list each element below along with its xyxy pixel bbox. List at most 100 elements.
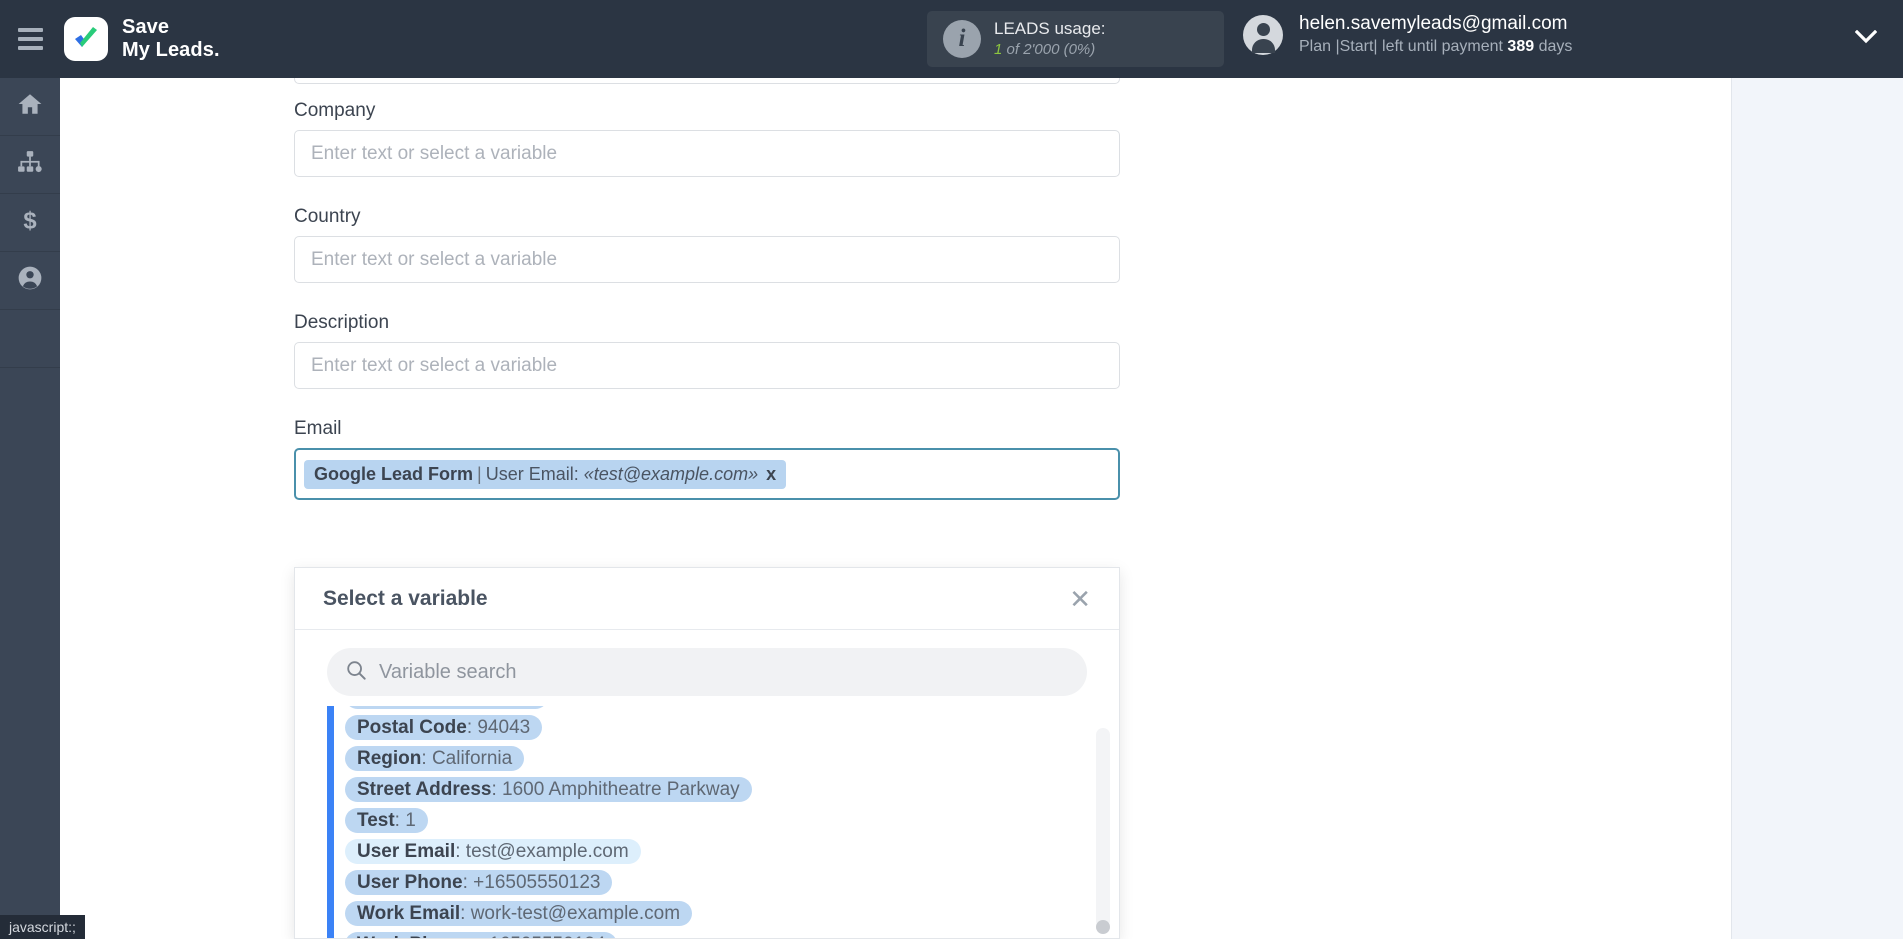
field-group-company: Company [294,100,1120,177]
home-icon [17,91,43,122]
description-input[interactable] [294,342,1120,389]
usage-title: LEADS usage: [994,19,1106,39]
dropdown-scrollbar-thumb[interactable] [1096,920,1110,934]
hamburger-icon[interactable] [0,0,60,78]
usage-limit: of 2'000 (0%) [1002,41,1096,59]
account-text: helen.savemyleads@gmail.com Plan |Start|… [1299,12,1572,57]
sidebar-item-home[interactable] [0,78,60,136]
variable-value: : +16505550124 [468,934,606,938]
brand-name: Save My Leads. [122,16,220,62]
chip-source: Google Lead Form [314,463,474,484]
variable-list-inner: OVER_18_AGE: Yes Postal Code: 94043 Region… [327,706,1119,938]
account-email: helen.savemyleads@gmail.com [1299,13,1568,34]
variable-value: : 94043 [466,717,531,738]
brand-line-1: Save [122,16,170,38]
variable-list-item[interactable]: User Phone: +16505550123 [345,870,1119,901]
variable-value: : test@example.com [455,841,629,862]
sitemap-icon [17,149,43,180]
variable-chip[interactable]: Postal Code: 94043 [345,715,543,740]
account-plan: Plan |Start| left until payment 389 days [1299,36,1572,57]
variable-search-input[interactable] [379,660,1069,684]
sidebar-item-account[interactable] [0,252,60,310]
close-icon[interactable]: ✕ [1069,586,1091,612]
user-avatar-icon [1243,14,1283,55]
dropdown-title: Select a variable [323,586,488,610]
variable-list-item[interactable]: Region: California [345,746,1119,777]
main-content: Company Country Description Email Google… [60,78,1732,939]
dollar-icon: $ [17,207,43,238]
field-label-country: Country [294,206,361,227]
variable-list-item[interactable]: Work Email: work-test@example.com [345,901,1119,932]
remove-chip-icon[interactable]: x [766,464,776,485]
variable-chip[interactable]: User Phone: +16505550123 [345,870,613,895]
variable-list-item[interactable]: Postal Code: 94043 [345,715,1119,746]
svg-text:$: $ [23,208,36,233]
variable-list[interactable]: OVER_18_AGE: Yes Postal Code: 94043 Region… [295,706,1119,938]
app-header: Save My Leads. i LEADS usage: 1 of 2'000… [0,0,1903,78]
group-accent-bar [327,706,334,938]
variable-chip[interactable]: Region: California [345,746,525,771]
plan-suffix: days [1534,38,1573,55]
usage-value: 1 of 2'000 (0%) [994,40,1106,60]
variable-value: : 1600 Amphitheatre Parkway [491,779,740,800]
sidebar-item-extra[interactable] [0,310,60,368]
dropdown-search-wrap [295,630,1119,696]
variable-chip[interactable]: Test: 1 [345,808,428,833]
variable-chip[interactable]: OVER_18_AGE: Yes [345,706,548,709]
variable-key: Work Email [357,903,461,924]
variable-key: Region [357,748,422,769]
company-input[interactable] [294,130,1120,177]
field-label-company: Company [294,100,376,121]
chip-key: User Email: [485,463,579,484]
variable-chip[interactable]: User Email: test@example.com [345,839,641,864]
variable-chip-email[interactable]: Google Lead Form | User Email: «test@examp… [304,459,787,489]
dropdown-scrollbar-track[interactable] [1096,728,1110,928]
chevron-down-icon[interactable] [1854,29,1878,44]
chip-separator: | [477,463,482,484]
variable-value: : +16505550123 [462,872,601,893]
brand-logo[interactable]: Save My Leads. [64,16,220,62]
variable-value: : 1 [394,810,416,831]
field-group-country: Country [294,206,1120,283]
variable-key: User Email [357,841,456,862]
plan-days: 389 [1507,38,1535,55]
variable-list-item[interactable]: OVER_18_AGE: Yes [345,706,1119,715]
variable-key: Street Address [357,779,492,800]
field-group-description: Description [294,312,1120,389]
variable-value: : California [421,748,513,769]
brand-line-2: My Leads. [122,39,220,61]
variable-picker-dropdown: Select a variable ✕ OVER_18_AGE: Yes Post… [294,567,1120,939]
sidebar-item-billing[interactable]: $ [0,194,60,252]
variable-search-box[interactable] [327,648,1087,696]
search-icon [345,659,367,686]
variable-list-item[interactable]: User Email: test@example.com [345,839,1119,870]
usage-text: LEADS usage: 1 of 2'000 (0%) [994,18,1106,60]
chip-value: «test@example.com» [583,463,759,484]
leads-usage-badge[interactable]: i LEADS usage: 1 of 2'000 (0%) [927,11,1224,67]
variable-chip[interactable]: Work Phone: +16505550124 [345,932,618,938]
checkmark-logo-icon [64,17,108,61]
country-input[interactable] [294,236,1120,283]
hamburger-bar [17,28,43,32]
info-icon: i [943,20,981,58]
field-label-email: Email [294,418,342,439]
sidebar-item-connections[interactable] [0,136,60,194]
hamburger-bar [17,37,43,41]
variable-key: Postal Code [357,717,467,738]
field-label-description: Description [294,312,390,333]
variable-list-item[interactable]: Work Phone: +16505550124 [345,932,1119,938]
variable-chip[interactable]: Street Address: 1600 Amphitheatre Parkwa… [345,777,752,802]
variable-chip[interactable]: Work Email: work-test@example.com [345,901,693,926]
plan-prefix: Plan |Start| left until payment [1299,38,1508,55]
scrolled-field-partial [294,78,1120,84]
dropdown-header: Select a variable ✕ [295,568,1119,630]
browser-status-bar: javascript:; [0,915,85,939]
email-input[interactable]: Google Lead Form | User Email: «test@examp… [294,448,1120,500]
variable-list-item[interactable]: Street Address: 1600 Amphitheatre Parkwa… [345,777,1119,808]
variable-list-item[interactable]: Test: 1 [345,808,1119,839]
variable-key: OVER_18_AGE [357,706,494,707]
variable-rows: OVER_18_AGE: Yes Postal Code: 94043 Region… [345,706,1119,938]
account-menu[interactable]: helen.savemyleads@gmail.com Plan |Start|… [1243,12,1572,57]
hamburger-bar [17,46,43,50]
variable-key: Test [357,810,395,831]
